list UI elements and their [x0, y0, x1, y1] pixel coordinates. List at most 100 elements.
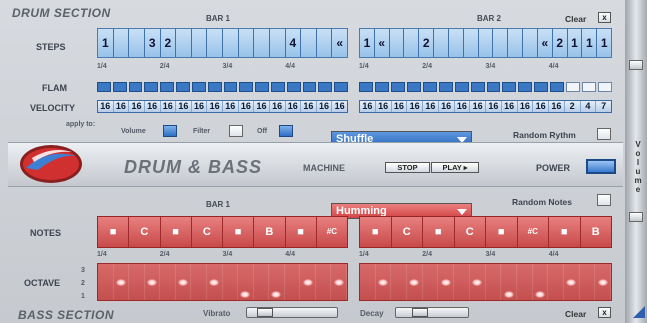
step-cell[interactable] — [254, 29, 270, 57]
velocity-cell[interactable]: 16 — [113, 101, 130, 112]
octave-cell[interactable] — [376, 276, 392, 288]
velocity-cell[interactable]: 16 — [438, 101, 455, 112]
note-cell[interactable]: C — [391, 217, 423, 247]
octave-cell[interactable] — [223, 276, 239, 288]
velocity-cell[interactable]: 16 — [332, 101, 347, 112]
octave-cell[interactable] — [360, 276, 376, 288]
octave-cell[interactable] — [191, 288, 207, 300]
note-cell[interactable]: #C — [517, 217, 549, 247]
octave-cell[interactable] — [254, 276, 270, 288]
flam-cell[interactable] — [534, 82, 549, 92]
note-cell[interactable]: C — [454, 217, 486, 247]
velocity-cell[interactable]: 16 — [454, 101, 471, 112]
step-cell[interactable] — [269, 29, 286, 57]
octave-cell[interactable] — [517, 288, 533, 300]
flam-cell[interactable] — [422, 82, 437, 92]
octave-cell[interactable] — [391, 276, 408, 288]
flam-cell[interactable] — [486, 82, 501, 92]
octave-cell[interactable] — [595, 276, 611, 288]
step-cell[interactable] — [191, 29, 208, 57]
octave-cell[interactable] — [438, 276, 455, 288]
velocity-cell[interactable]: 16 — [549, 101, 565, 112]
octave-cell[interactable] — [238, 276, 254, 288]
octave-cell[interactable] — [114, 264, 130, 276]
step-cell[interactable] — [493, 29, 509, 57]
octave-cell[interactable] — [438, 264, 455, 276]
octave-cell[interactable] — [580, 264, 596, 276]
octave-cell[interactable] — [517, 276, 533, 288]
octave-cell[interactable] — [145, 288, 161, 300]
octave-cell[interactable] — [300, 264, 316, 276]
velocity-cell[interactable]: 16 — [269, 101, 286, 112]
octave-cell[interactable] — [564, 288, 580, 300]
flam-cell[interactable] — [128, 82, 143, 92]
octave-cell[interactable] — [98, 288, 114, 300]
flam-cell[interactable] — [255, 82, 269, 92]
octave-cell[interactable] — [145, 276, 161, 288]
flam-cell[interactable] — [302, 82, 317, 92]
step-cell[interactable] — [176, 29, 192, 57]
velocity-cell[interactable]: 16 — [316, 101, 333, 112]
step-cell[interactable]: 2 — [419, 29, 435, 57]
flam-cell[interactable] — [144, 82, 159, 92]
octave-cell[interactable] — [129, 264, 145, 276]
velocity-cell[interactable]: 16 — [207, 101, 223, 112]
octave-cell[interactable] — [145, 264, 161, 276]
step-cell[interactable] — [238, 29, 255, 57]
octave-cell[interactable] — [331, 264, 347, 276]
step-cell[interactable] — [113, 29, 130, 57]
velocity-cell[interactable]: 16 — [191, 101, 208, 112]
velocity-cell[interactable]: 16 — [98, 101, 114, 112]
flam-cell[interactable] — [502, 82, 517, 92]
octave-cell[interactable] — [423, 288, 439, 300]
flam-cell[interactable] — [438, 82, 453, 92]
velocity-cell[interactable]: 16 — [375, 101, 392, 112]
octave-cell[interactable] — [595, 264, 611, 276]
note-cell[interactable]: ■ — [160, 217, 192, 247]
step-cell[interactable] — [129, 29, 145, 57]
flam-cell[interactable] — [390, 82, 405, 92]
octave-cell[interactable] — [129, 276, 145, 288]
octave-cell[interactable] — [300, 288, 316, 300]
octave-cell[interactable] — [160, 288, 176, 300]
octave-cell[interactable] — [238, 264, 254, 276]
velocity-cell[interactable]: 16 — [486, 101, 502, 112]
velocity-cell[interactable]: 16 — [160, 101, 177, 112]
flam-cell[interactable] — [470, 82, 485, 92]
flam-cell[interactable] — [582, 82, 597, 92]
step-cell[interactable]: 3 — [144, 29, 161, 57]
octave-cell[interactable] — [470, 276, 486, 288]
octave-cell[interactable] — [360, 264, 376, 276]
octave-cell[interactable] — [501, 264, 517, 276]
step-cell[interactable]: « — [332, 29, 347, 57]
octave-cell[interactable] — [580, 288, 596, 300]
step-cell[interactable] — [316, 29, 333, 57]
octave-cell[interactable] — [316, 276, 332, 288]
octave-cell[interactable] — [438, 288, 455, 300]
velocity-cell[interactable]: 16 — [176, 101, 192, 112]
octave-cell[interactable] — [391, 264, 408, 276]
step-cell[interactable] — [301, 29, 317, 57]
octave-cell[interactable] — [316, 264, 332, 276]
octave-cell[interactable] — [223, 264, 239, 276]
velocity-cell[interactable]: 16 — [254, 101, 270, 112]
velocity-cell[interactable]: 16 — [285, 101, 302, 112]
octave-cell[interactable] — [454, 288, 470, 300]
flam-cell[interactable] — [598, 82, 612, 92]
octave-cell[interactable] — [207, 276, 223, 288]
octave-cell[interactable] — [285, 288, 301, 300]
octave-cell[interactable] — [486, 264, 502, 276]
octave-cell[interactable] — [407, 288, 423, 300]
note-cell[interactable]: ■ — [98, 217, 130, 247]
note-cell[interactable]: ■ — [360, 217, 392, 247]
octave-cell[interactable] — [360, 288, 376, 300]
bass-clear-button[interactable]: x — [598, 307, 611, 318]
vibrato-slider-knob[interactable] — [257, 308, 273, 317]
velocity-cell[interactable]: 2 — [564, 101, 581, 112]
note-cell[interactable]: C — [191, 217, 223, 247]
flam-cell[interactable] — [191, 82, 206, 92]
step-cell[interactable] — [389, 29, 405, 57]
step-cell[interactable]: 1 — [597, 29, 612, 57]
flam-cell[interactable] — [359, 82, 373, 92]
octave-cell[interactable] — [454, 276, 470, 288]
